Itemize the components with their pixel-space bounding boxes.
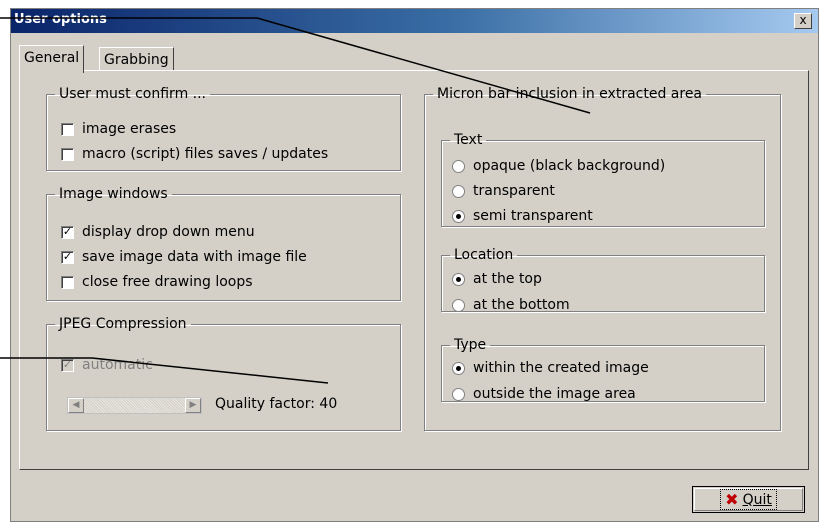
radio-at-top[interactable] [452,272,465,286]
quit-focus-rect: ✖ Quit [720,489,777,510]
text-semi-transparent-option[interactable]: semi transparent [452,206,593,226]
radio-label: transparent [473,183,555,199]
user-confirm-legend: User must confirm ... [59,86,207,102]
location-bottom-option[interactable]: at the bottom [452,295,570,315]
checkbox-label: display drop down menu [82,224,255,240]
close-button[interactable]: x [794,13,812,29]
radio-label: at the top [473,271,542,287]
checkbox-image-erases[interactable] [61,122,74,136]
quality-factor-value: 40 [319,396,338,412]
type-within-option[interactable]: within the created image [452,358,649,378]
tab-grabbing[interactable]: Grabbing [99,47,174,71]
checkbox-automatic[interactable]: ✓ [61,358,74,372]
text-opaque-option[interactable]: opaque (black background) [452,156,665,176]
radio-outside-image[interactable] [452,387,465,401]
type-outside-option[interactable]: outside the image area [452,384,636,404]
radio-label: outside the image area [473,386,636,402]
tab-page-general: User must confirm ... image erases macro… [19,70,809,470]
radio-semi-transparent[interactable] [452,209,465,223]
radio-opaque[interactable] [452,159,465,173]
type-group: Type within the created image outside th… [441,337,765,402]
scroll-left-arrow-icon[interactable]: ◀ [68,398,84,413]
scroll-right-arrow-icon[interactable]: ▶ [185,398,201,413]
red-x-icon: ✖ [725,490,739,509]
location-group: Location at the top at the bottom [441,247,765,315]
image-windows-group: Image windows ✓ display drop down menu ✓… [46,186,401,301]
radio-label: within the created image [473,360,649,376]
confirm-macro-saves[interactable]: macro (script) files saves / updates [61,144,328,164]
checkbox-label: image erases [82,121,177,137]
radio-at-bottom[interactable] [452,298,465,312]
radio-label: opaque (black background) [473,158,666,174]
text-legend: Text [454,132,483,148]
location-top-option[interactable]: at the top [452,269,542,289]
radio-within-image[interactable] [452,361,465,375]
radio-label: semi transparent [473,208,593,224]
display-drop-down-menu-option[interactable]: ✓ display drop down menu [61,222,255,242]
micron-bar-legend: Micron bar inclusion in extracted area [437,86,703,102]
quit-button-face: ✖ Quit [694,488,803,511]
jpeg-compression-legend: JPEG Compression [59,316,187,332]
checkbox-label: automatic [82,357,153,373]
text-transparent-option[interactable]: transparent [452,181,555,201]
checkbox-save-image-data[interactable]: ✓ [61,250,74,264]
quality-scrollbar[interactable]: ◀ ▶ [67,397,202,414]
checkbox-label: macro (script) files saves / updates [82,146,329,162]
window-title: User options [14,12,107,27]
type-legend: Type [454,337,487,353]
save-image-data-option[interactable]: ✓ save image data with image file [61,247,307,267]
checkbox-close-free-drawing-loops[interactable] [61,275,74,289]
checkbox-display-drop-down-menu[interactable]: ✓ [61,225,74,239]
text-group: Text opaque (black background) transpare… [441,132,765,227]
checkbox-label: save image data with image file [82,249,307,265]
user-options-window: User options x General Grabbing User mus… [10,8,819,522]
jpeg-compression-group: JPEG Compression ✓ automatic ◀ ▶ Quality… [46,316,401,431]
title-bar[interactable]: User options x [11,9,818,33]
tab-general[interactable]: General [19,45,85,73]
quit-button[interactable]: ✖ Quit [692,486,805,513]
close-free-drawing-loops-option[interactable]: close free drawing loops [61,272,253,292]
quality-factor-label: Quality factor: [215,396,315,412]
user-confirm-group: User must confirm ... image erases macro… [46,86,401,171]
automatic-option[interactable]: ✓ automatic [61,355,153,375]
checkbox-label: close free drawing loops [82,274,253,290]
micron-bar-group: Micron bar inclusion in extracted area T… [424,86,781,431]
confirm-image-erases[interactable]: image erases [61,119,176,139]
location-legend: Location [454,247,514,263]
quit-label: Quit [742,491,772,508]
checkbox-macro-saves[interactable] [61,147,74,161]
image-windows-legend: Image windows [59,186,168,202]
radio-transparent[interactable] [452,184,465,198]
radio-label: at the bottom [473,297,570,313]
quality-factor-readout: Quality factor: 40 [215,396,337,412]
